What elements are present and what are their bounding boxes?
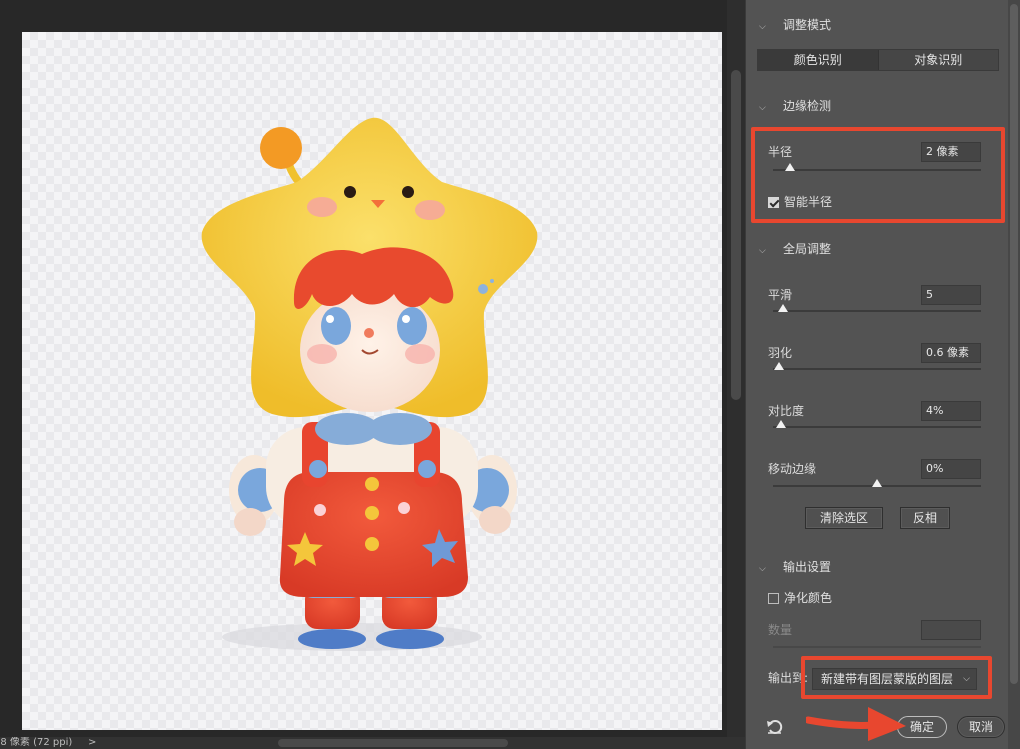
output-to-select[interactable]: 新建带有图层蒙版的图层 ⌵	[812, 668, 977, 690]
undo-icon[interactable]	[766, 718, 784, 736]
section-global-adjust[interactable]: ⌵ 全局调整	[759, 241, 831, 257]
chevron-down-icon[interactable]: ⌵	[759, 100, 783, 116]
amount-input	[921, 620, 981, 640]
section-global-adjust-title: 全局调整	[783, 242, 832, 256]
contrast-slider-thumb[interactable]	[776, 420, 787, 428]
smart-radius-checkbox[interactable]	[768, 197, 779, 208]
amount-label: 数量	[768, 623, 793, 637]
ok-button[interactable]: 确定	[897, 716, 947, 738]
cancel-button[interactable]: 取消	[957, 716, 1005, 738]
canvas-horizontal-scroll-thumb[interactable]	[278, 739, 508, 747]
feather-slider[interactable]	[773, 362, 981, 370]
smooth-label: 平滑	[768, 288, 793, 302]
section-edge-detection[interactable]: ⌵ 边缘检测	[759, 98, 831, 114]
amount-slider	[773, 646, 981, 648]
output-to-label: 输出到:	[768, 671, 809, 685]
adjust-mode-object-option[interactable]: 对象识别	[877, 50, 998, 70]
feather-label: 羽化	[768, 346, 793, 360]
refine-edge-properties-panel: ⌵ 调整模式 颜色识别 对象识别 ⌵ 边缘检测 半径 2 像素 智能半径 ⌵ 全局调整…	[745, 0, 1008, 749]
chevron-down-icon[interactable]: ⌵	[759, 19, 783, 35]
panel-scroll-thumb[interactable]	[1010, 4, 1018, 684]
decontaminate-colors-label: 净化颜色	[784, 591, 833, 605]
contrast-label: 对比度	[768, 404, 805, 418]
status-resolution-text: 18 像素 (72 ppi)	[0, 737, 73, 748]
shift-edge-input[interactable]: 0%	[921, 459, 981, 479]
radius-label: 半径	[768, 145, 793, 159]
output-to-selected-value: 新建带有图层蒙版的图层	[821, 672, 954, 686]
panel-scrollbar[interactable]	[1008, 0, 1020, 749]
clear-selection-button[interactable]: 清除选区	[805, 507, 883, 529]
chevron-down-icon[interactable]: ⌵	[759, 243, 783, 259]
smooth-slider[interactable]	[773, 304, 981, 312]
document-canvas[interactable]	[22, 32, 722, 730]
status-bar: 18 像素 (72 ppi) >	[0, 737, 745, 749]
feather-input[interactable]: 0.6 像素	[921, 343, 981, 363]
doll-image	[201, 117, 538, 651]
contrast-slider[interactable]	[773, 420, 981, 428]
section-output-settings-title: 输出设置	[783, 560, 832, 574]
smooth-input[interactable]: 5	[921, 285, 981, 305]
section-output-settings[interactable]: ⌵ 输出设置	[759, 559, 831, 575]
canvas-vertical-scrollbar[interactable]	[727, 0, 745, 740]
feather-slider-thumb[interactable]	[774, 362, 785, 370]
adjust-mode-segmented-control[interactable]: 颜色识别 对象识别	[757, 49, 999, 71]
decontaminate-colors-checkbox[interactable]	[768, 593, 779, 604]
canvas-vertical-scroll-thumb[interactable]	[731, 70, 741, 400]
invert-button[interactable]: 反相	[900, 507, 950, 529]
canvas-area: 18 像素 (72 ppi) >	[0, 0, 745, 749]
chevron-down-icon[interactable]: ⌵	[759, 561, 783, 577]
radius-input[interactable]: 2 像素	[921, 142, 981, 162]
shift-edge-slider[interactable]	[773, 479, 981, 487]
section-adjust-mode-title: 调整模式	[783, 18, 832, 32]
chevron-down-icon: ⌵	[963, 674, 970, 684]
section-adjust-mode[interactable]: ⌵ 调整模式	[759, 17, 831, 33]
status-caret[interactable]: >	[88, 737, 96, 749]
smooth-slider-thumb[interactable]	[778, 304, 789, 312]
shift-edge-label: 移动边缘	[768, 462, 817, 476]
radius-slider-thumb[interactable]	[784, 163, 795, 171]
shift-edge-slider-thumb[interactable]	[872, 479, 882, 487]
radius-slider[interactable]	[773, 163, 981, 171]
section-edge-detection-title: 边缘检测	[783, 99, 832, 113]
smart-radius-label: 智能半径	[784, 195, 833, 209]
adjust-mode-color-option[interactable]: 颜色识别	[758, 50, 878, 70]
contrast-input[interactable]: 4%	[921, 401, 981, 421]
